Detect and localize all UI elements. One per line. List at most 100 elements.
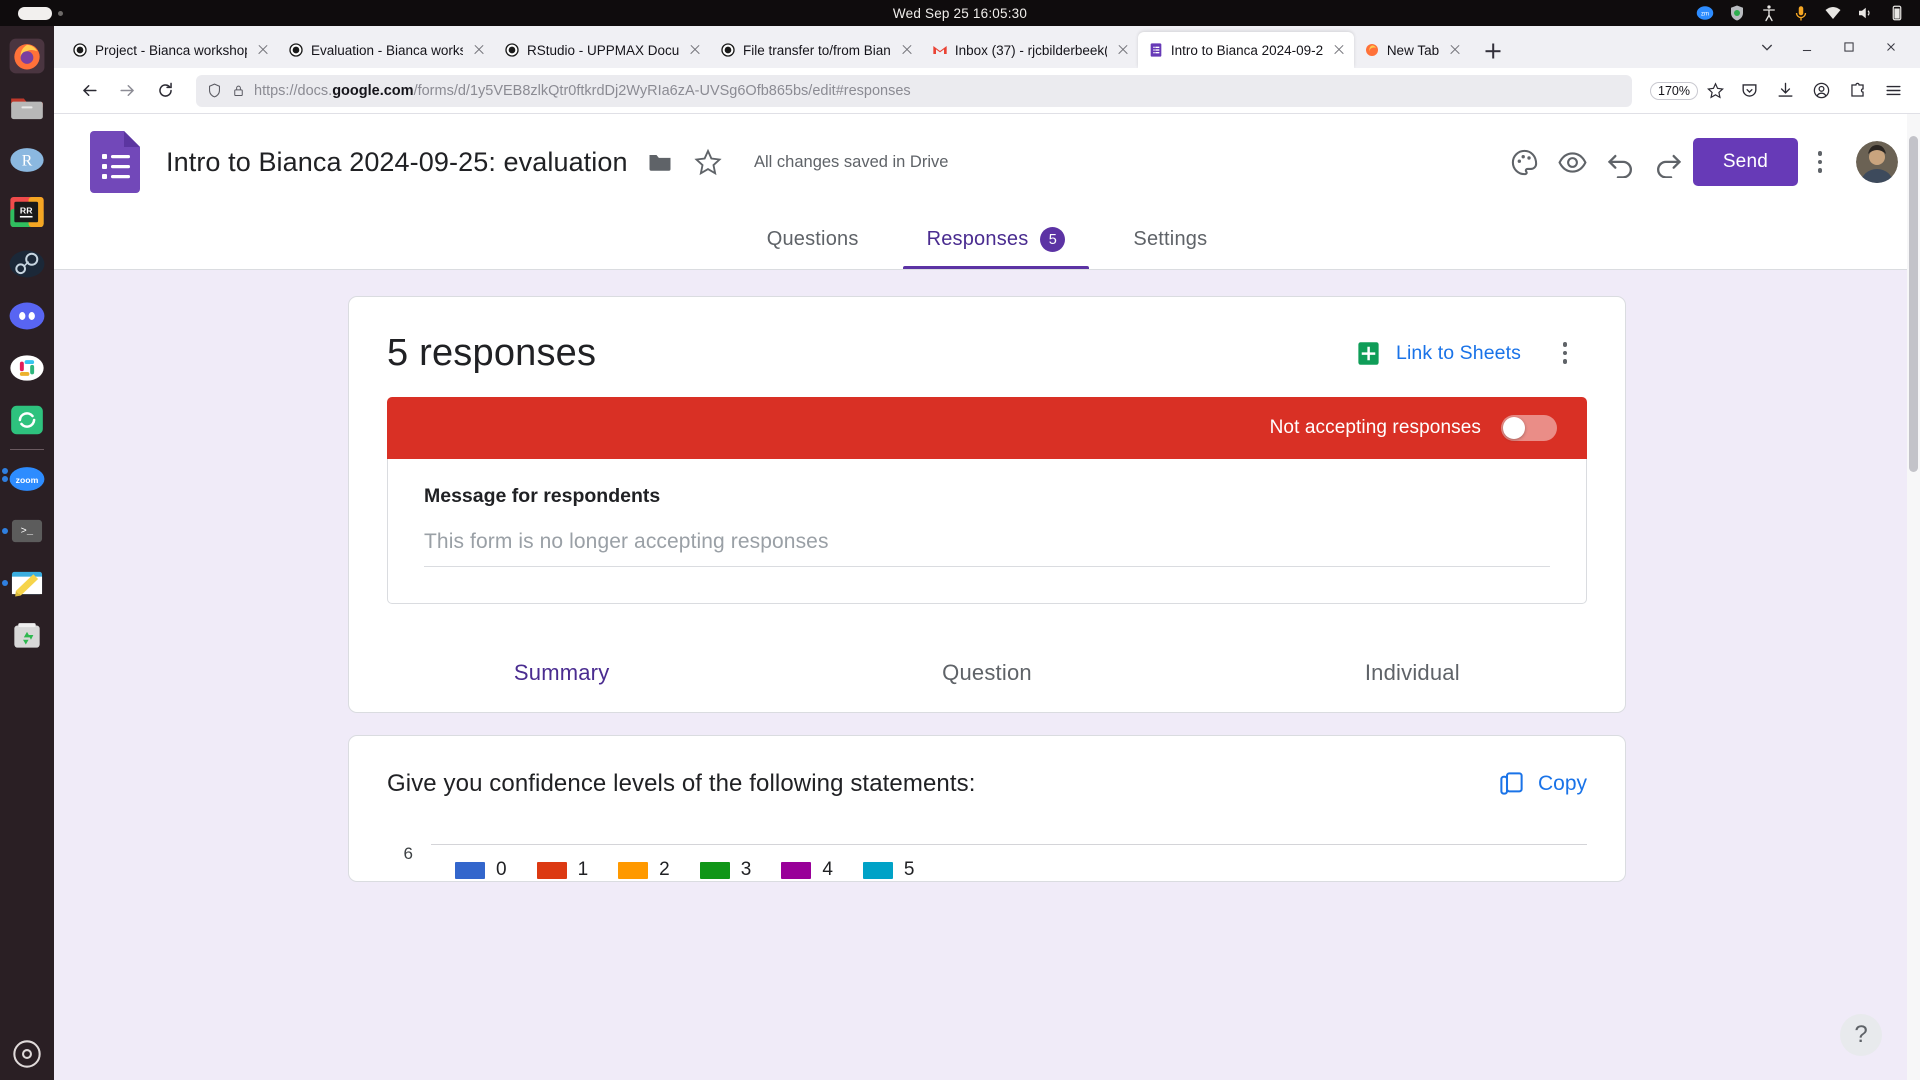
dock-item-zoom[interactable]: zoom — [0, 453, 54, 505]
close-icon[interactable] — [1114, 41, 1132, 59]
link-to-sheets-button[interactable]: Link to Sheets — [1355, 340, 1521, 367]
url-bar[interactable]: https://docs.google.com/forms/d/1y5VEB8z… — [196, 74, 1633, 107]
accepting-responses-toggle[interactable] — [1501, 415, 1557, 441]
browser-tab[interactable]: File transfer to/from Bian — [710, 32, 922, 68]
back-button[interactable] — [72, 74, 106, 108]
preview-button[interactable] — [1549, 138, 1597, 186]
dock-item-nextcloud[interactable] — [0, 394, 54, 446]
close-icon[interactable] — [1446, 41, 1464, 59]
redo-button[interactable] — [1645, 138, 1693, 186]
copy-icon — [1500, 772, 1523, 795]
help-button[interactable]: ? — [1840, 1014, 1882, 1056]
close-icon[interactable] — [898, 41, 916, 59]
dock-item-rustrover[interactable]: RR — [0, 186, 54, 238]
close-icon[interactable] — [686, 41, 704, 59]
chevron-down-icon — [1761, 44, 1773, 51]
segment-question[interactable]: Question — [774, 634, 1199, 712]
dock-item-text-editor[interactable] — [0, 557, 54, 609]
volume-icon[interactable] — [1856, 4, 1874, 22]
dock-item-steam[interactable] — [0, 238, 54, 290]
browser-tab[interactable]: RStudio - UPPMAX Docun — [494, 32, 710, 68]
undo-button[interactable] — [1597, 138, 1645, 186]
accessibility-icon[interactable] — [1760, 4, 1778, 22]
tab-questions[interactable]: Questions — [733, 210, 893, 269]
shield-icon[interactable] — [1728, 4, 1746, 22]
send-button[interactable]: Send — [1692, 138, 1798, 186]
tab-title: RStudio - UPPMAX Docun — [527, 42, 679, 58]
zoom-icon: zoom — [9, 467, 45, 491]
list-all-tabs-button[interactable] — [1748, 31, 1786, 63]
dock-item-files[interactable] — [0, 82, 54, 134]
legend-label: 3 — [740, 859, 752, 880]
browser-tab[interactable]: Project - Bianca workshop — [62, 32, 278, 68]
new-tab-button[interactable] — [1476, 34, 1510, 68]
folder-icon — [649, 155, 671, 171]
customize-theme-button[interactable] — [1501, 138, 1549, 186]
forms-content-area: 5 responses Link to Sheets Not accepting… — [54, 270, 1920, 1080]
segment-individual[interactable]: Individual — [1200, 634, 1625, 712]
svg-text:zm: zm — [1701, 11, 1709, 17]
nav-toolbar-right — [1732, 74, 1920, 108]
browser-tab-active[interactable]: Intro to Bianca 2024-09-2 — [1137, 32, 1354, 68]
response-chart: 6 0 1 2 3 4 5 — [387, 844, 1587, 881]
message-input[interactable]: This form is no longer accepting respons… — [424, 530, 1550, 567]
save-to-pocket-button[interactable] — [1732, 74, 1766, 108]
star-button[interactable] — [684, 138, 732, 186]
battery-icon[interactable] — [1888, 4, 1906, 22]
reload-button[interactable] — [148, 74, 182, 108]
hamburger-menu-icon — [1885, 85, 1901, 96]
summary-segment-tabs: Summary Question Individual — [349, 634, 1625, 712]
application-menu-button[interactable] — [1876, 74, 1910, 108]
tab-title: New Tab — [1386, 42, 1440, 58]
page-scrollbar[interactable] — [1907, 114, 1920, 1080]
legend-swatch — [781, 861, 812, 879]
zoom-tray-icon[interactable]: zm — [1696, 4, 1714, 22]
account-button[interactable] — [1804, 74, 1838, 108]
dock-item-slack[interactable] — [0, 342, 54, 394]
downloads-button[interactable] — [1768, 74, 1802, 108]
scrollbar-thumb[interactable] — [1909, 136, 1918, 472]
browser-nav-toolbar: https://docs.google.com/forms/d/1y5VEB8z… — [0, 68, 1920, 114]
bookmark-star-button[interactable] — [1698, 74, 1732, 108]
message-for-respondents-box: Message for respondents This form is no … — [387, 459, 1587, 604]
minimize-icon — [1802, 49, 1812, 52]
dock-item-discord[interactable] — [0, 290, 54, 342]
tab-title: Inbox (37) - rjcbilderbeek( — [954, 42, 1107, 58]
browser-tab[interactable]: Inbox (37) - rjcbilderbeek( — [922, 32, 1138, 68]
dock-item-show-applications[interactable] — [0, 1028, 54, 1080]
legend-swatch — [536, 861, 567, 879]
firefox-icon — [505, 43, 519, 57]
google-forms-logo-icon[interactable] — [90, 131, 142, 193]
network-icon[interactable] — [1824, 4, 1842, 22]
browser-tab[interactable]: Evaluation - Bianca works — [278, 32, 494, 68]
microphone-icon[interactable] — [1792, 4, 1810, 22]
window-minimize-button[interactable] — [1786, 31, 1828, 63]
dock-item-firefox[interactable] — [0, 30, 54, 82]
tab-label: Settings — [1133, 228, 1208, 250]
close-icon[interactable] — [254, 41, 272, 59]
close-icon[interactable] — [470, 41, 488, 59]
dock-item-trash[interactable] — [0, 609, 54, 661]
more-options-button[interactable] — [1798, 140, 1842, 184]
forward-button[interactable] — [110, 74, 144, 108]
dock-item-r[interactable]: R — [0, 134, 54, 186]
window-close-button[interactable] — [1870, 31, 1912, 63]
tab-responses[interactable]: Responses 5 — [893, 210, 1100, 269]
form-title[interactable]: Intro to Bianca 2024-09-25: evaluation q… — [166, 147, 636, 178]
zoom-level-indicator[interactable]: 170% — [1650, 81, 1698, 100]
avatar[interactable] — [1856, 141, 1898, 183]
tab-settings[interactable]: Settings — [1099, 210, 1241, 269]
tabstrip-controls — [1748, 26, 1920, 68]
copy-chart-button[interactable]: Copy — [1498, 770, 1587, 797]
responses-more-options-button[interactable] — [1543, 331, 1587, 375]
shield-icon — [209, 83, 220, 98]
segment-summary[interactable]: Summary — [349, 634, 774, 712]
window-maximize-button[interactable] — [1828, 31, 1870, 63]
terminal-icon: >_ — [11, 519, 43, 543]
dock-item-terminal[interactable]: >_ — [0, 505, 54, 557]
star-icon — [694, 148, 722, 176]
close-icon[interactable] — [1330, 41, 1348, 59]
move-to-folder-button[interactable] — [636, 138, 684, 186]
extensions-button[interactable] — [1840, 74, 1874, 108]
browser-tab[interactable]: New Tab — [1354, 32, 1470, 68]
